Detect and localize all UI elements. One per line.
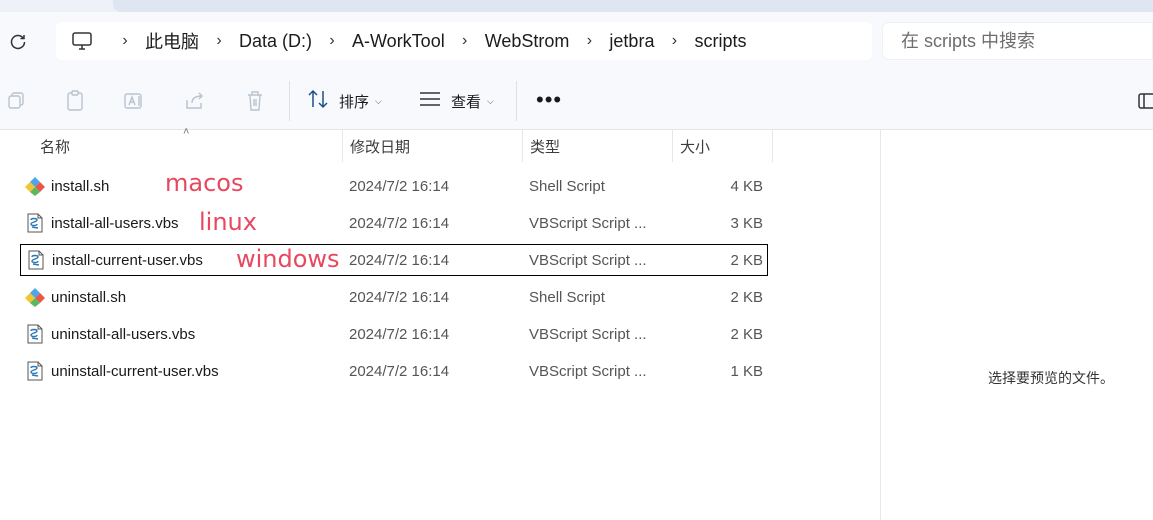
vbscript-icon — [25, 213, 45, 233]
shell-script-icon — [25, 287, 45, 307]
file-size: 2 KB — [730, 288, 763, 306]
file-name-cell: uninstall.sh — [25, 281, 126, 313]
file-date: 2024/7/2 16:14 — [349, 362, 450, 380]
file-name: install-all-users.vbs — [51, 214, 179, 232]
file-size: 1 KB — [730, 362, 763, 380]
file-name: uninstall.sh — [51, 288, 127, 306]
breadcrumb-this-pc[interactable]: 此电脑 — [142, 28, 202, 54]
file-size: 4 KB — [730, 177, 763, 195]
copy-icon[interactable] — [4, 89, 28, 113]
chevron-right-icon[interactable]: › — [662, 32, 686, 50]
file-name: uninstall-current-user.vbs — [51, 362, 219, 380]
address-row: › 此电脑 › Data (D:) › A-WorkTool › WebStro… — [0, 12, 1153, 72]
breadcrumb[interactable]: › 此电脑 › Data (D:) › A-WorkTool › WebStro… — [56, 22, 872, 60]
details-pane-icon[interactable] — [1135, 89, 1153, 113]
search-input[interactable] — [901, 30, 1141, 52]
toolbar-divider — [289, 81, 290, 121]
file-row-selected[interactable]: install-current-user.vbs 2024/7/2 16:14 … — [20, 244, 768, 276]
chevron-right-icon[interactable]: › — [207, 32, 231, 50]
file-name: install-current-user.vbs — [52, 251, 203, 269]
file-type: VBScript Script ... — [529, 325, 647, 343]
file-name: uninstall-all-users.vbs — [51, 325, 196, 343]
vbscript-icon — [26, 250, 46, 270]
file-date: 2024/7/2 16:14 — [349, 325, 450, 343]
share-icon[interactable] — [183, 89, 207, 113]
file-type: VBScript Script ... — [529, 251, 647, 269]
file-type: VBScript Script ... — [529, 214, 647, 232]
file-name-cell: install.sh — [25, 170, 109, 202]
delete-icon[interactable] — [243, 89, 267, 113]
vbscript-icon — [25, 361, 45, 381]
file-date: 2024/7/2 16:14 — [349, 251, 450, 269]
file-date: 2024/7/2 16:14 — [349, 177, 450, 195]
toolbar-divider — [516, 81, 517, 121]
chevron-down-icon: ⌵ — [375, 95, 382, 106]
column-header-date[interactable]: 修改日期 — [342, 130, 522, 162]
computer-icon[interactable] — [70, 29, 94, 53]
column-header-type[interactable]: 类型 — [522, 130, 672, 162]
breadcrumb-data-drive[interactable]: Data (D:) — [236, 31, 315, 52]
breadcrumb-scripts[interactable]: scripts — [691, 31, 749, 52]
file-row[interactable]: uninstall-current-user.vbs 2024/7/2 16:1… — [20, 355, 768, 387]
annotation-macos: macos — [165, 169, 244, 197]
breadcrumb-webstrom[interactable]: WebStrom — [482, 31, 573, 52]
file-name-cell: install-all-users.vbs — [25, 207, 179, 239]
file-row[interactable]: install-all-users.vbs 2024/7/2 16:14 VBS… — [20, 207, 768, 239]
file-size: 2 KB — [730, 251, 763, 269]
breadcrumb-a-worktool[interactable]: A-WorkTool — [349, 31, 448, 52]
chevron-down-icon: ⌵ — [487, 95, 494, 106]
file-row[interactable]: install.sh 2024/7/2 16:14 Shell Script 4… — [20, 170, 768, 202]
command-bar: 排序 ⌵ 查看 ⌵ ••• — [0, 72, 1153, 130]
file-type: Shell Script — [529, 288, 605, 306]
annotation-windows: windows — [236, 245, 340, 273]
annotation-linux: linux — [199, 208, 257, 236]
sort-button[interactable]: 排序 ⌵ — [307, 86, 382, 116]
file-size: 3 KB — [730, 214, 763, 232]
refresh-icon[interactable] — [6, 30, 30, 54]
column-divider[interactable] — [772, 130, 773, 162]
file-type: Shell Script — [529, 177, 605, 195]
file-row[interactable]: uninstall.sh 2024/7/2 16:14 Shell Script… — [20, 281, 768, 313]
chevron-right-icon[interactable]: › — [577, 32, 601, 50]
chevron-right-icon[interactable]: › — [320, 32, 344, 50]
vbscript-icon — [25, 324, 45, 344]
preview-message: 选择要预览的文件。 — [988, 370, 1114, 386]
search-box[interactable] — [882, 22, 1153, 60]
file-name: install.sh — [51, 177, 110, 195]
breadcrumb-jetbra[interactable]: jetbra — [606, 31, 657, 52]
file-name-cell: install-current-user.vbs — [26, 244, 203, 276]
column-header-name[interactable]: 名称 — [32, 130, 342, 162]
view-button[interactable]: 查看 ⌵ — [419, 86, 494, 116]
file-date: 2024/7/2 16:14 — [349, 288, 450, 306]
paste-icon[interactable] — [63, 89, 87, 113]
view-icon — [419, 90, 441, 112]
rename-icon[interactable] — [122, 89, 146, 113]
tab-strip — [0, 0, 1153, 12]
view-label: 查看 — [451, 93, 482, 111]
file-list: ˄ 名称 修改日期 类型 大小 install.sh 2024/7/2 16:1… — [0, 126, 880, 520]
column-header-size[interactable]: 大小 — [672, 130, 772, 162]
file-row[interactable]: uninstall-all-users.vbs 2024/7/2 16:14 V… — [20, 318, 768, 350]
sort-label: 排序 — [339, 93, 370, 111]
tab-strip-edge — [113, 0, 1153, 12]
file-name-cell: uninstall-current-user.vbs — [25, 355, 219, 387]
chevron-right-icon[interactable]: › — [113, 32, 137, 50]
chevron-right-icon[interactable]: › — [453, 32, 477, 50]
file-type: VBScript Script ... — [529, 362, 647, 380]
shell-script-icon — [25, 176, 45, 196]
sort-icon — [307, 89, 329, 113]
more-options-icon[interactable]: ••• — [536, 89, 562, 111]
file-date: 2024/7/2 16:14 — [349, 214, 450, 232]
file-size: 2 KB — [730, 325, 763, 343]
preview-pane: 选择要预览的文件。 — [880, 130, 1153, 520]
file-name-cell: uninstall-all-users.vbs — [25, 318, 195, 350]
